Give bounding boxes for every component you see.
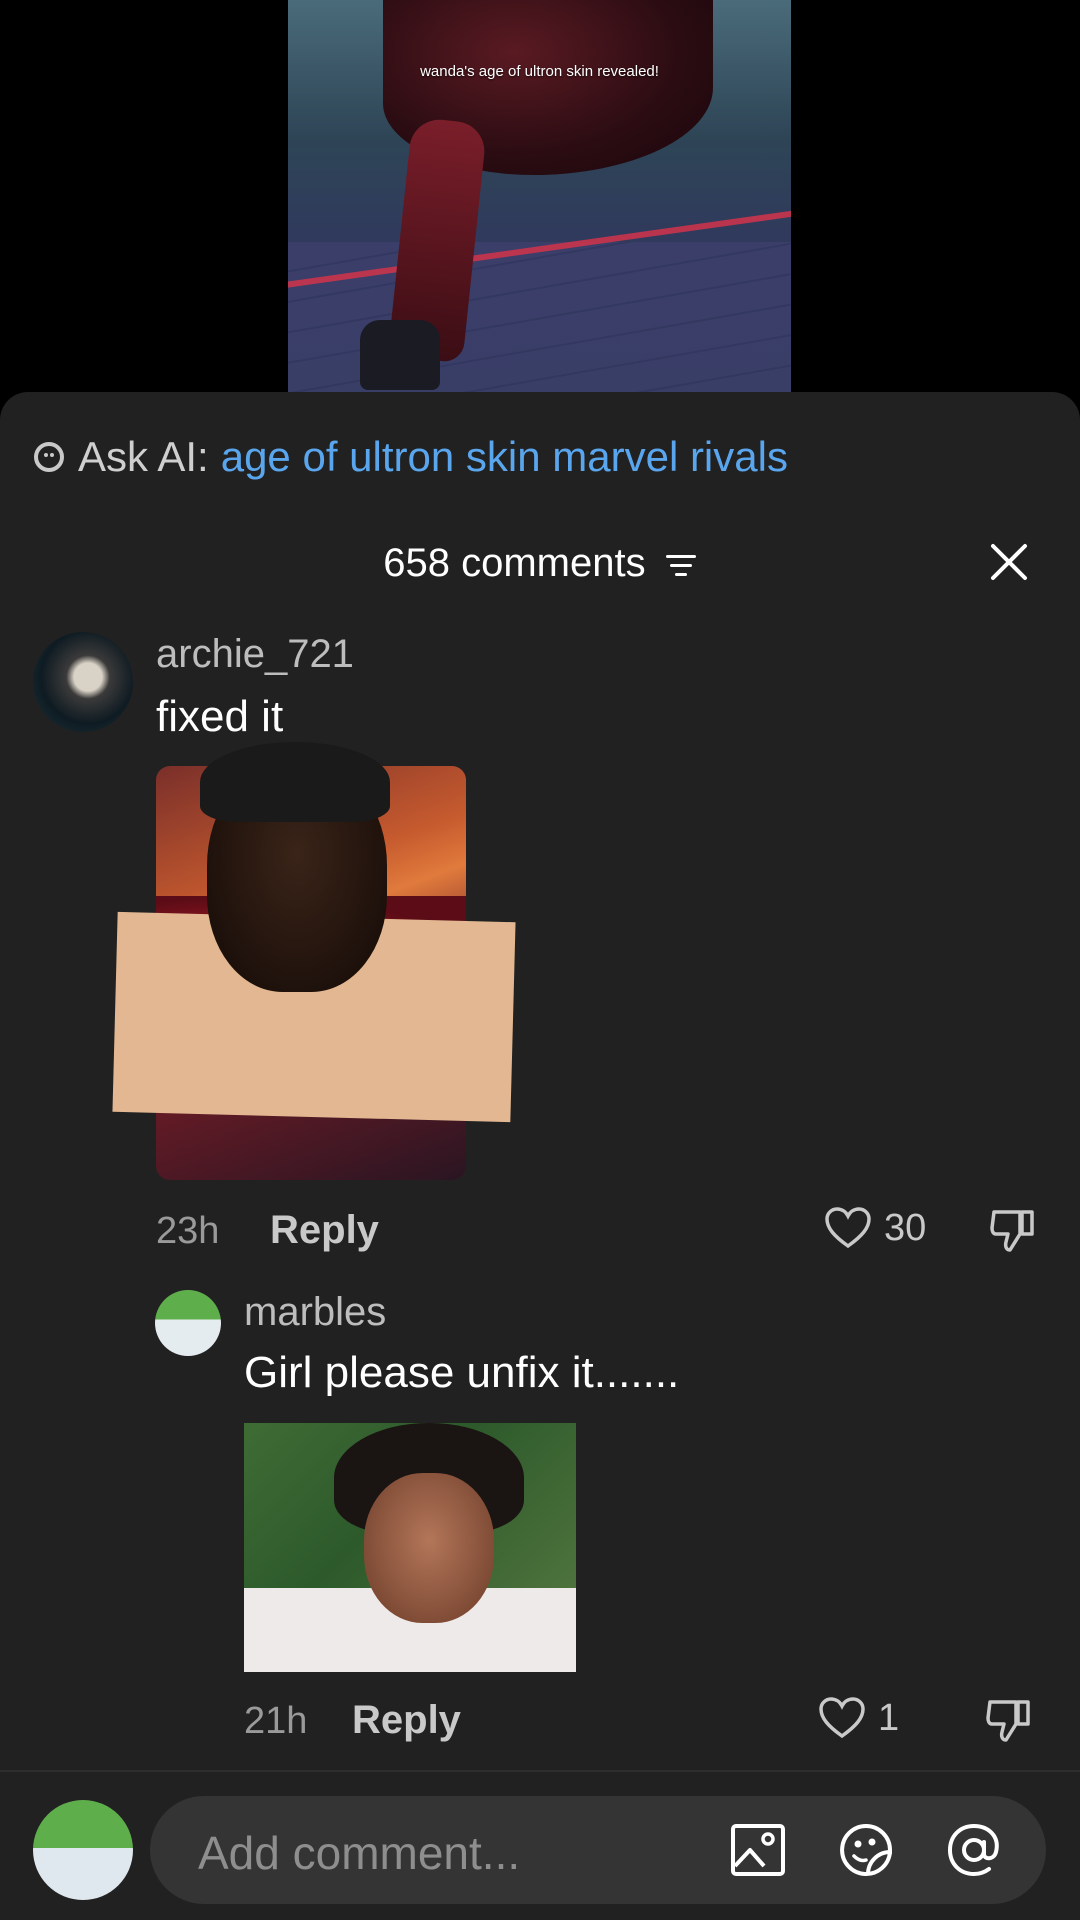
current-user-avatar[interactable]	[33, 1800, 133, 1900]
image-upload-button[interactable]	[730, 1822, 786, 1878]
comment-text: Girl please unfix it.......	[244, 1348, 680, 1397]
video-preview[interactable]: wanda's age of ultron skin revealed!	[288, 0, 791, 392]
comments-count: 658 comments	[383, 541, 646, 585]
heart-icon	[819, 1697, 865, 1739]
ai-smiley-icon	[34, 442, 64, 472]
thumbs-down-icon	[990, 1210, 1034, 1252]
emoji-button[interactable]	[838, 1822, 894, 1878]
comments-header: 658 comments	[0, 538, 1080, 588]
video-character-boot	[360, 320, 440, 390]
comment-gif[interactable]	[244, 1423, 576, 1672]
reply-button[interactable]: Reply	[352, 1698, 461, 1743]
ask-ai-query[interactable]: age of ultron skin marvel rivals	[221, 433, 788, 481]
video-caption: wanda's age of ultron skin revealed!	[420, 63, 659, 80]
comment-username[interactable]: marbles	[244, 1290, 386, 1335]
comment-username[interactable]: archie_721	[156, 632, 354, 677]
dislike-button[interactable]	[988, 1206, 1038, 1259]
image-icon	[731, 1824, 785, 1876]
like-button[interactable]: 30	[824, 1206, 926, 1250]
sticker-cap	[200, 742, 390, 822]
comment-sticker[interactable]	[112, 722, 516, 1123]
sort-filter-icon[interactable]	[665, 553, 697, 577]
avatar[interactable]	[155, 1290, 221, 1356]
comment-time: 23h	[156, 1210, 220, 1252]
at-sign-icon	[947, 1823, 999, 1877]
emoji-sticker-icon	[840, 1823, 892, 1876]
gif-face	[364, 1473, 494, 1623]
dislike-button[interactable]	[984, 1696, 1034, 1749]
like-button[interactable]: 1	[818, 1696, 899, 1740]
composer-divider	[0, 1770, 1080, 1772]
comment-time: 21h	[244, 1700, 308, 1742]
comment-input-placeholder: Add comment...	[198, 1827, 521, 1879]
like-count: 1	[878, 1696, 900, 1739]
thumbs-down-icon	[986, 1700, 1030, 1742]
like-count: 30	[884, 1206, 927, 1249]
close-button[interactable]	[987, 540, 1031, 584]
reply-button[interactable]: Reply	[270, 1208, 379, 1253]
comment-input[interactable]: Add comment...	[150, 1796, 1046, 1904]
comments-sheet: Ask AI: age of ultron skin marvel rivals…	[0, 392, 1080, 1920]
close-icon	[991, 544, 1027, 580]
heart-icon	[825, 1207, 871, 1249]
ask-ai-link[interactable]: Ask AI: age of ultron skin marvel rivals	[34, 432, 788, 482]
mention-button[interactable]	[946, 1822, 1002, 1878]
ask-ai-label: Ask AI:	[78, 433, 209, 480]
avatar[interactable]	[33, 632, 133, 732]
